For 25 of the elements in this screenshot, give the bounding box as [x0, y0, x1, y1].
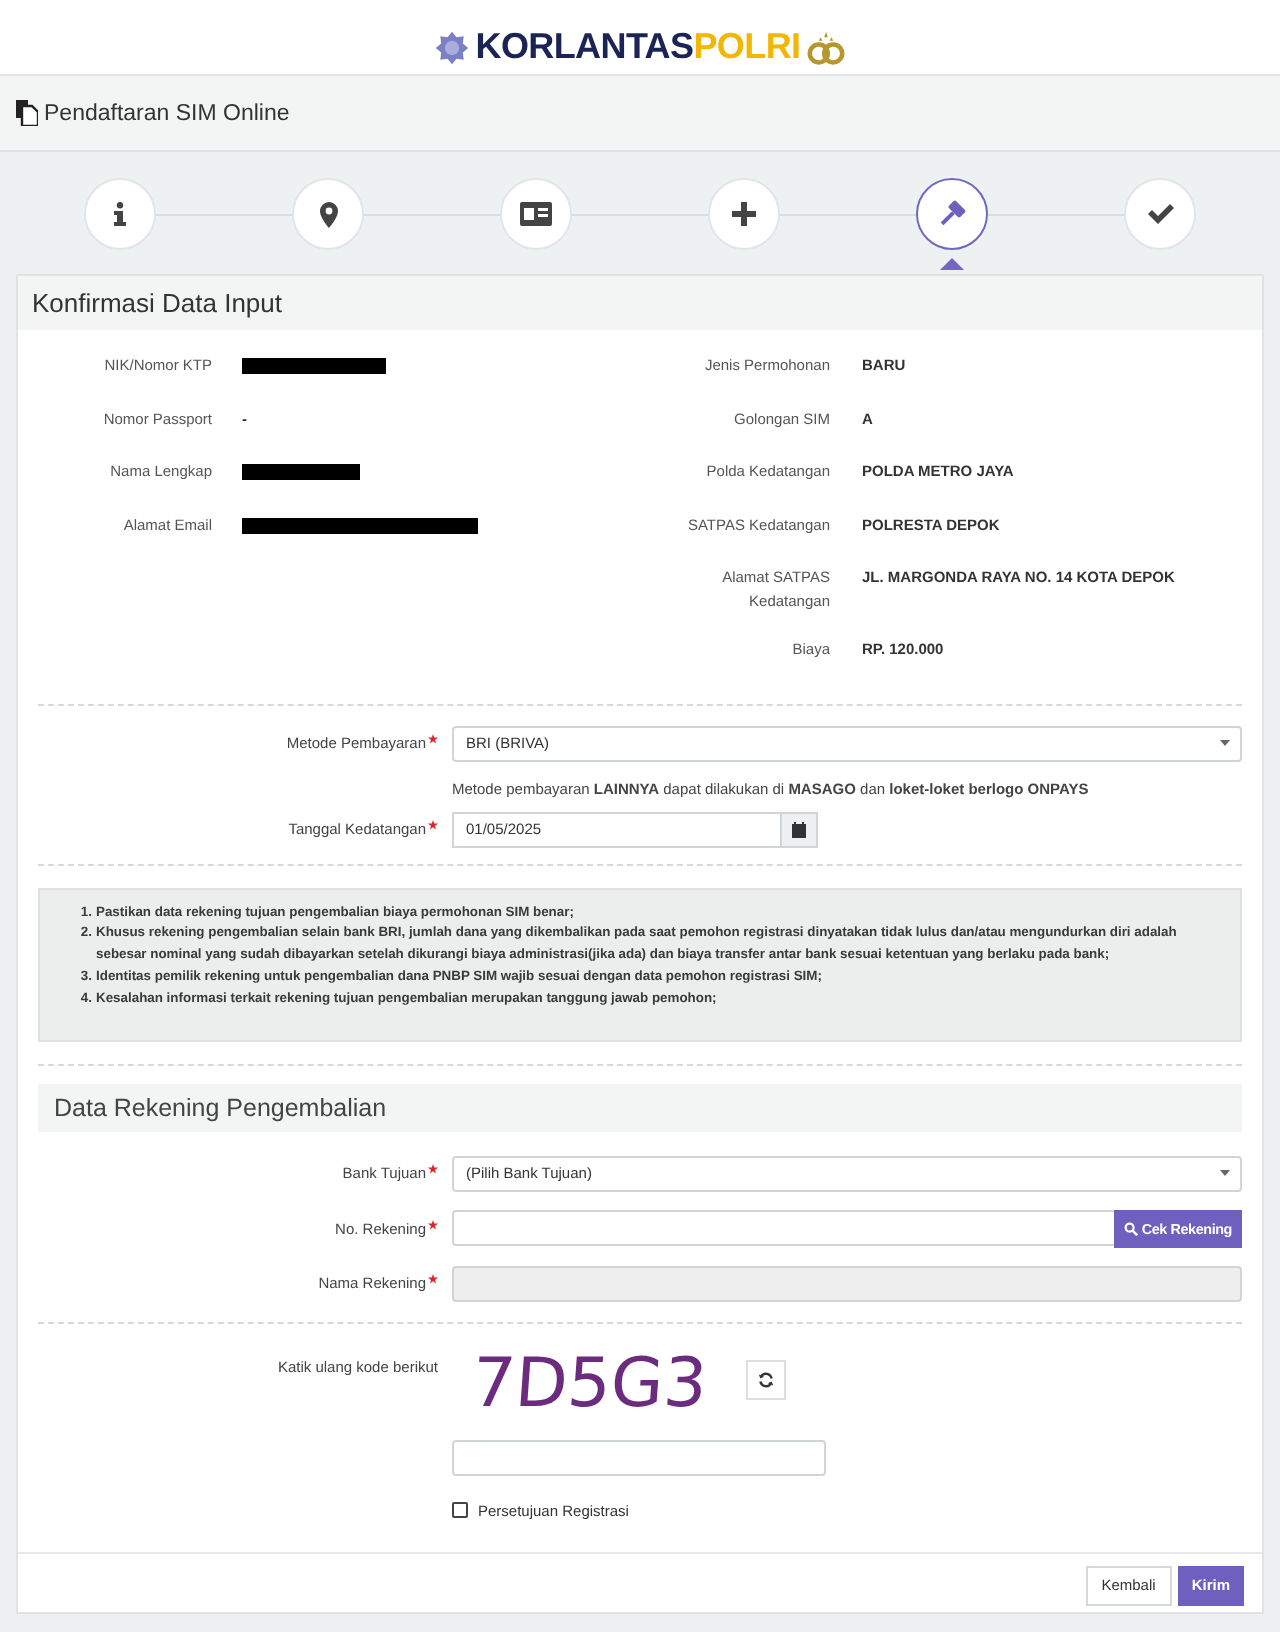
calendar-button[interactable]: [780, 811, 818, 847]
captcha-code: 7D5G3: [469, 1343, 710, 1423]
map-pin-icon: [319, 201, 337, 227]
caret-icon: [1220, 740, 1230, 746]
emblem-icon: [433, 29, 470, 65]
brand-logo-text: KORLANTASPOLRI: [475, 26, 801, 68]
calendar-icon: [792, 821, 806, 837]
caret-icon: [1220, 1170, 1230, 1176]
checkmark-icon: [1147, 204, 1173, 224]
account-number-field[interactable]: [452, 1209, 1114, 1245]
refresh-icon: [758, 1371, 775, 1387]
pointer-icon: [940, 258, 964, 270]
id-card-icon: [520, 202, 552, 226]
refresh-button[interactable]: [746, 1359, 787, 1399]
captcha-field[interactable]: [452, 1439, 826, 1475]
search-icon: [1123, 1221, 1138, 1235]
plus-icon: [732, 202, 756, 226]
emblem-icon: [806, 29, 847, 65]
documents-icon: [16, 100, 38, 126]
page-title: Pendaftaran SIM Online: [44, 101, 290, 125]
gavel-icon: [938, 200, 966, 228]
section-title: Konfirmasi Data Input: [18, 276, 1262, 330]
info-icon: [112, 202, 128, 226]
checkbox[interactable]: [452, 1502, 468, 1518]
section-title: Data Rekening Pengembalian: [38, 1083, 1242, 1131]
